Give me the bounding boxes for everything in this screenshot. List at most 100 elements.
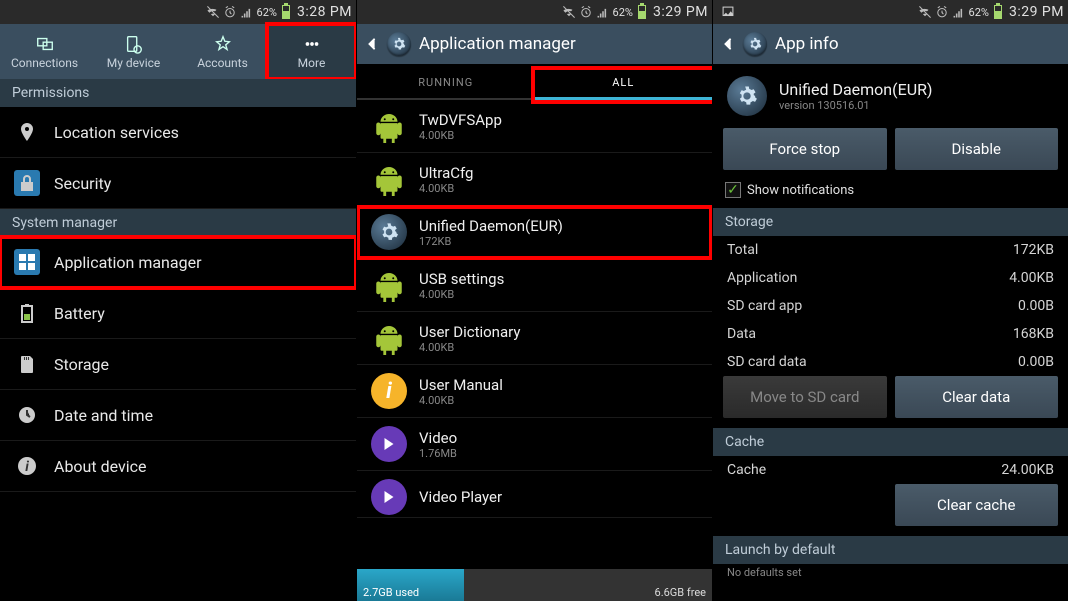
back-icon[interactable] (721, 37, 735, 51)
signal-icon (240, 5, 254, 19)
section-cache: Cache (713, 428, 1068, 456)
app-name: Unified Daemon(EUR) (419, 217, 563, 235)
app-version: version 130516.01 (779, 99, 933, 112)
header-title: Application manager (419, 34, 576, 54)
item-label: Storage (54, 355, 109, 374)
status-clock: 3:29 PM (1009, 4, 1064, 20)
app-row[interactable]: USB settings4.00KB (357, 259, 712, 312)
battery-percent: 62% (613, 6, 633, 19)
tab-accounts[interactable]: Accounts (178, 24, 267, 79)
info-icon (16, 455, 38, 477)
app-row-unified-daemon[interactable]: Unified Daemon(EUR)172KB (357, 206, 712, 259)
connections-icon (35, 34, 55, 54)
app-row[interactable]: UltraCfg4.00KB (357, 153, 712, 206)
item-storage[interactable]: Storage (0, 339, 356, 390)
storage-data: Data168KB (713, 320, 1068, 348)
header-title: App info (775, 34, 839, 54)
move-to-sd-button: Move to SD card (723, 376, 887, 418)
app-row[interactable]: i User Manual4.00KB (357, 365, 712, 418)
app-size: 172KB (419, 235, 563, 248)
app-row[interactable]: TwDVFSApp4.00KB (357, 100, 712, 153)
item-label: Application manager (54, 253, 201, 272)
accounts-icon (213, 34, 233, 54)
storage-total: Total172KB (713, 236, 1068, 264)
tab-label: Accounts (197, 56, 248, 70)
tab-more[interactable]: More (267, 24, 356, 79)
back-icon[interactable] (365, 37, 379, 51)
app-name: Video (419, 429, 457, 447)
settings-tabs: Connections My device Accounts More (0, 24, 356, 79)
item-security[interactable]: Security (0, 158, 356, 209)
app-name: UltraCfg (419, 164, 473, 182)
screen-app-info: 62% 3:29 PM App info Unified Daemon(EUR)… (712, 0, 1068, 601)
item-label: Location services (54, 123, 179, 142)
android-icon (372, 268, 406, 302)
signal-icon (952, 5, 966, 19)
app-name: User Dictionary (419, 323, 520, 341)
item-battery[interactable]: Battery (0, 288, 356, 339)
lock-icon (16, 172, 38, 194)
android-icon (372, 321, 406, 355)
tab-label: Connections (11, 56, 78, 70)
info-icon: i (371, 373, 407, 409)
gear-icon (371, 214, 407, 250)
item-label: Date and time (54, 406, 153, 425)
storage-sd-data: SD card data0.00B (713, 348, 1068, 376)
screen-settings: 62% 3:28 PM Connections My device Accoun… (0, 0, 356, 601)
item-application-manager[interactable]: Application manager (0, 237, 356, 288)
clear-data-button[interactable]: Clear data (895, 376, 1059, 418)
alarm-icon (579, 5, 593, 19)
storage-application: Application4.00KB (713, 264, 1068, 292)
section-permissions: Permissions (0, 79, 356, 107)
wifi-off-icon (562, 5, 576, 19)
app-row[interactable]: Video1.76MB (357, 418, 712, 471)
more-icon (302, 34, 322, 54)
my-device-icon (124, 34, 144, 54)
section-launch: Launch by default (713, 536, 1068, 564)
tab-all[interactable]: ALL (535, 70, 713, 100)
app-size: 4.00KB (419, 182, 473, 195)
checkbox-icon[interactable] (725, 182, 741, 198)
section-system-manager: System manager (0, 209, 356, 237)
item-label: Battery (54, 304, 105, 323)
settings-gear-icon (387, 32, 411, 56)
app-name: Unified Daemon(EUR) (779, 80, 933, 99)
disable-button[interactable]: Disable (895, 128, 1059, 170)
location-icon (16, 121, 38, 143)
tab-my-device[interactable]: My device (89, 24, 178, 79)
tab-label: More (298, 56, 326, 70)
app-name: TwDVFSApp (419, 111, 502, 129)
android-icon (372, 162, 406, 196)
storage-bar: Device memory 2.7GB used 6.6GB free (357, 569, 712, 601)
alarm-icon (935, 5, 949, 19)
app-row[interactable]: Video Player (357, 471, 712, 518)
app-row[interactable]: User Dictionary4.00KB (357, 312, 712, 365)
battery-percent: 62% (257, 6, 277, 19)
status-bar: 62% 3:29 PM (713, 0, 1068, 24)
app-name: USB settings (419, 270, 504, 288)
signal-icon (596, 5, 610, 19)
app-size: 4.00KB (419, 129, 502, 142)
wifi-off-icon (206, 5, 220, 19)
item-label: About device (54, 457, 146, 476)
storage-free: 6.6GB free (655, 586, 706, 599)
tab-running[interactable]: RUNNING (357, 70, 535, 100)
app-list[interactable]: TwDVFSApp4.00KB UltraCfg4.00KB Unified D… (357, 100, 712, 569)
video-icon (371, 426, 407, 462)
app-size: 4.00KB (419, 341, 520, 354)
clock-icon (16, 404, 38, 426)
item-location-services[interactable]: Location services (0, 107, 356, 158)
force-stop-button[interactable]: Force stop (723, 128, 887, 170)
item-date-time[interactable]: Date and time (0, 390, 356, 441)
item-label: Security (54, 174, 111, 193)
item-about-device[interactable]: About device (0, 441, 356, 492)
section-storage: Storage (713, 208, 1068, 236)
status-clock: 3:28 PM (297, 4, 352, 20)
app-size: 4.00KB (419, 394, 503, 407)
clear-cache-button[interactable]: Clear cache (895, 484, 1059, 526)
show-notifications-row[interactable]: Show notifications (713, 180, 1068, 208)
battery-icon (638, 5, 646, 19)
status-bar: 62% 3:29 PM (357, 0, 712, 24)
tab-connections[interactable]: Connections (0, 24, 89, 79)
storage-sd-app: SD card app0.00B (713, 292, 1068, 320)
